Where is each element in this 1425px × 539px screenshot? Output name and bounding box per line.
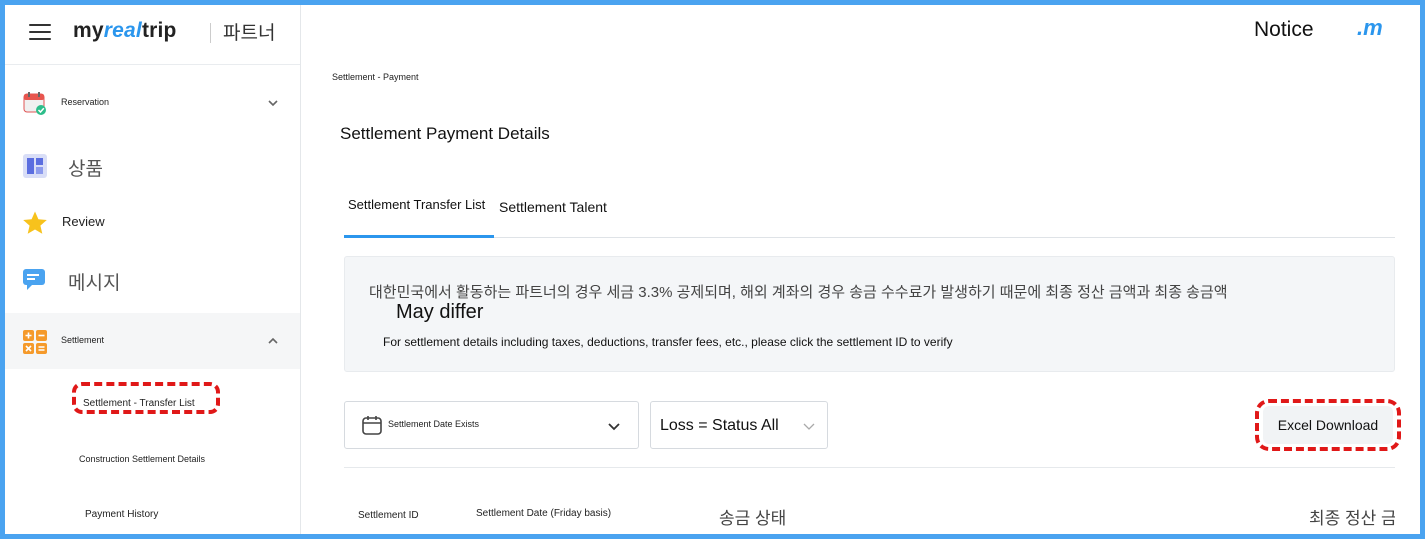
- product-grid-icon: [23, 154, 47, 178]
- chevron-up-icon: [268, 337, 278, 344]
- settlement-date-select[interactable]: Settlement Date Exists: [344, 401, 639, 449]
- partner-label: 파트너: [223, 23, 276, 44]
- sidebar-item-label: 상품: [68, 159, 103, 180]
- sidebar-item-reservation[interactable]: Reservation: [5, 75, 300, 131]
- calendar-icon: [362, 416, 382, 435]
- active-tab-indicator: [344, 235, 494, 238]
- breadcrumb: Settlement - Payment: [332, 72, 419, 82]
- info-text-korean: 대한민국에서 활동하는 파트너의 경우 세금 3.3% 공제되며, 해외 계좌의…: [369, 284, 1228, 301]
- column-header-settlement-date[interactable]: Settlement Date (Friday basis): [476, 508, 611, 519]
- sidebar-header: myrealtrip 파트너: [5, 5, 300, 65]
- table-scroll-edge: [1395, 468, 1420, 534]
- status-select[interactable]: Loss = Status All: [650, 401, 828, 449]
- hamburger-menu-icon[interactable]: [29, 24, 51, 40]
- table-top-divider: [344, 467, 1395, 468]
- date-select-value: Settlement Date Exists: [388, 419, 480, 429]
- notice-link[interactable]: Notice: [1254, 18, 1314, 42]
- star-icon: [23, 211, 47, 234]
- myrealtrip-logo[interactable]: myrealtrip: [73, 19, 177, 43]
- message-icon: [23, 269, 45, 290]
- sidebar-subitem-construction-details[interactable]: Construction Settlement Details: [79, 454, 205, 464]
- brand-mark-icon[interactable]: .m: [1357, 15, 1383, 41]
- sidebar-item-label: Review: [62, 214, 105, 229]
- sidebar-item-products[interactable]: 상품: [5, 137, 300, 193]
- column-header-transfer-status[interactable]: 송금 상태: [719, 504, 786, 529]
- info-text-differ: May differ: [396, 301, 484, 323]
- excel-download-button[interactable]: Excel Download: [1263, 406, 1393, 444]
- tab-settlement-talent[interactable]: Settlement Talent: [499, 199, 607, 215]
- info-notice-box: 대한민국에서 활동하는 파트너의 경우 세금 3.3% 공제되며, 해외 계좌의…: [344, 256, 1395, 372]
- chevron-down-icon: [803, 423, 815, 430]
- column-header-final-amount[interactable]: 최종 정산 금: [1309, 504, 1397, 529]
- calculator-icon: [23, 330, 47, 354]
- tab-settlement-transfer-list[interactable]: Settlement Transfer List: [348, 197, 485, 212]
- sidebar-item-label: Settlement: [61, 335, 105, 345]
- sidebar-subitem-transfer-list[interactable]: Settlement - Transfer List: [83, 398, 195, 409]
- sidebar-item-label: 메시지: [68, 273, 121, 294]
- chevron-down-icon: [608, 423, 620, 431]
- sidebar-item-label: Reservation: [61, 97, 110, 107]
- sidebar-item-messages[interactable]: 메시지: [5, 251, 300, 307]
- status-select-value: Loss = Status All: [660, 417, 779, 434]
- info-text-english: For settlement details including taxes, …: [383, 335, 953, 349]
- sidebar-subitem-payment-history[interactable]: Payment History: [85, 509, 158, 520]
- column-header-settlement-id[interactable]: Settlement ID: [358, 510, 419, 521]
- page-title: Settlement Payment Details: [340, 124, 550, 143]
- sidebar-item-settlement[interactable]: Settlement: [5, 313, 300, 369]
- logo-divider: [210, 23, 211, 43]
- tab-bar: Settlement Transfer List Settlement Tale…: [344, 183, 1395, 238]
- chevron-down-icon: [268, 100, 278, 107]
- sidebar-item-review[interactable]: Review: [5, 195, 300, 251]
- calendar-check-icon: [23, 92, 46, 115]
- sidebar: myrealtrip 파트너 Reservation 상품 Review 메시지…: [5, 5, 301, 534]
